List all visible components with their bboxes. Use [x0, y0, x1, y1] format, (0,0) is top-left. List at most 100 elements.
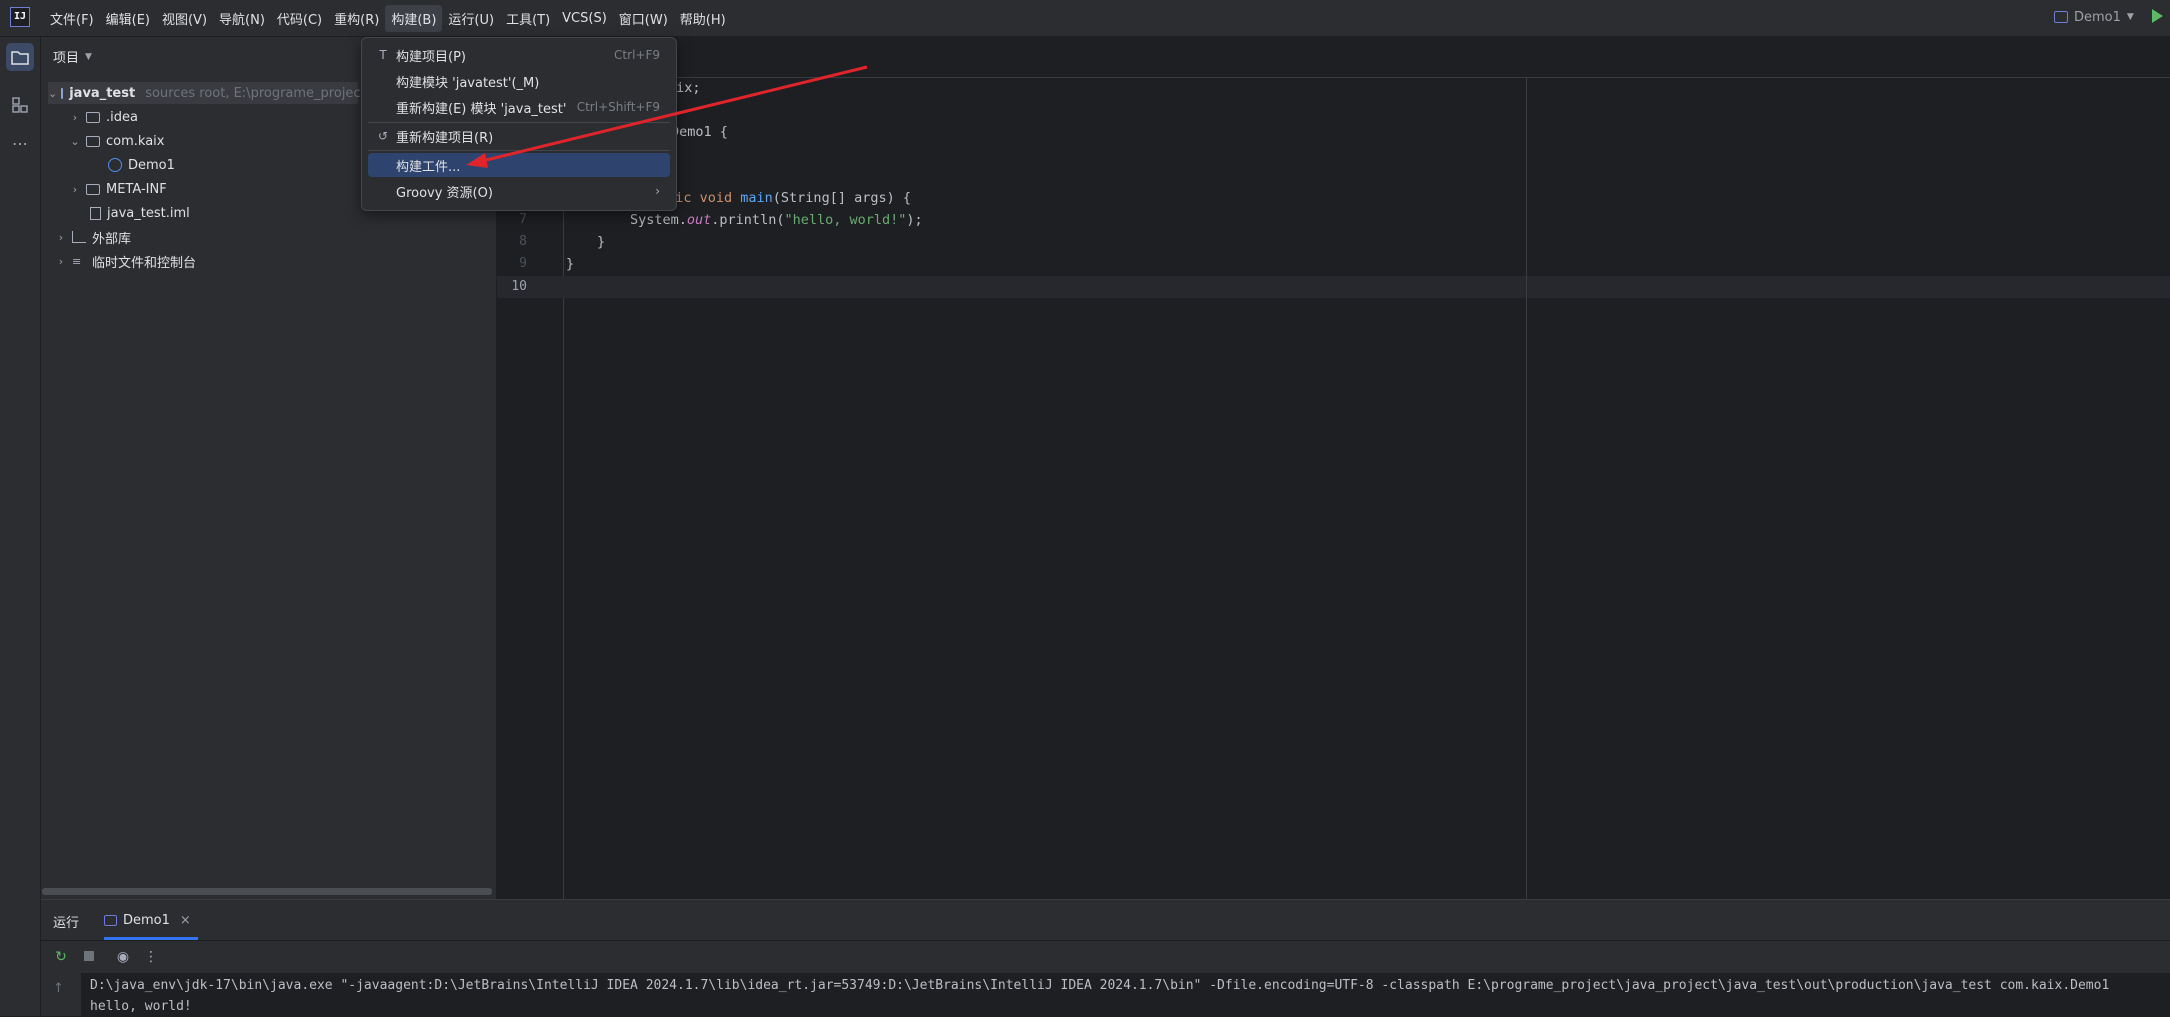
menu-run[interactable]: 运行(U) — [442, 5, 500, 32]
tree-item-label: java_test — [69, 85, 136, 101]
chevron-down-icon: ⌄ — [70, 134, 80, 148]
chevron-right-icon: › — [72, 182, 78, 196]
line-number: 9 — [519, 256, 527, 271]
folder-icon — [86, 183, 100, 195]
tree-item-label: com.kaix — [106, 133, 165, 149]
tree-item-label: 临时文件和控制台 — [92, 255, 197, 271]
menu-item-build-project[interactable]: T 构建项目(P) Ctrl+F9 — [368, 43, 670, 67]
structure-tool-button[interactable] — [6, 91, 34, 119]
rerun-icon[interactable]: ↻ — [53, 949, 69, 965]
run-config-selector[interactable]: Demo1 ▼ — [2054, 6, 2134, 28]
menu-tools[interactable]: 工具(T) — [500, 5, 556, 32]
console-line: hello, world! — [90, 999, 192, 1014]
run-toolbar: ↻ ◉ ⋮ — [41, 941, 2170, 973]
run-panel-title: 运行 — [53, 916, 80, 931]
tree-item-label: .idea — [106, 109, 138, 125]
console-gutter: ↑ — [41, 973, 81, 1016]
tree-item-java-test-iml[interactable]: java_test.iml — [90, 202, 190, 224]
menu-item-build-artifacts[interactable]: 构建工件... — [368, 153, 670, 177]
tree-item-scratches[interactable]: › ≡ 临时文件和控制台 — [54, 250, 196, 272]
tree-item-java-test[interactable]: ⌄ java_test sources root, E:\programe_pr… — [48, 82, 370, 104]
menu-file[interactable]: 文件(F) — [44, 5, 100, 32]
chevron-right-icon: › — [58, 254, 64, 268]
console-line: D:\java_env\jdk-17\bin\java.exe "-javaag… — [90, 978, 2110, 993]
menu-item-label: 构建项目(P) — [396, 49, 466, 65]
project-panel-title: 项目 — [53, 51, 80, 66]
tree-item-demo1[interactable]: Demo1 — [108, 154, 175, 176]
run-tab-label: Demo1 — [123, 912, 170, 928]
horizontal-scrollbar[interactable] — [42, 888, 492, 895]
menu-navigate[interactable]: 导航(N) — [213, 5, 271, 32]
menu-separator — [368, 122, 670, 123]
hammer-icon: T — [379, 48, 387, 62]
menu-item-build-module[interactable]: 构建模块 'javatest'(_M) — [368, 69, 670, 93]
editor-tab-bar — [497, 37, 2170, 78]
more-icon[interactable]: ⋮ — [143, 949, 159, 965]
tree-item-com-kaix[interactable]: ⌄ com.kaix — [68, 130, 164, 152]
main-menu: 文件(F) 编辑(E) 视图(V) 导航(N) 代码(C) 重构(R) 构建(B… — [44, 0, 732, 36]
run-play-icon[interactable] — [2152, 9, 2163, 23]
menu-separator — [368, 150, 670, 151]
menu-item-label: 重新构建项目(R) — [396, 130, 494, 146]
menu-window[interactable]: 窗口(W) — [613, 5, 674, 32]
menu-item-label: 构建模块 'javatest'(_M) — [396, 75, 540, 91]
code-line[interactable]: Demo1 { — [671, 124, 728, 140]
menu-item-rebuild-project[interactable]: ↺ 重新构建项目(R) — [368, 124, 670, 148]
menu-refactor[interactable]: 重构(R) — [328, 5, 385, 32]
menu-edit[interactable]: 编辑(E) — [100, 5, 156, 32]
close-icon[interactable]: × — [180, 913, 191, 928]
current-line-highlight — [563, 276, 2170, 298]
menu-item-shortcut: Ctrl+F9 — [614, 48, 660, 62]
chevron-down-icon: ⌄ — [48, 86, 58, 100]
menu-view[interactable]: 视图(V) — [156, 5, 213, 32]
menu-item-groovy-resources[interactable]: Groovy 资源(O) › — [368, 179, 670, 203]
menu-item-label: 重新构建(E) 模块 'java_test' — [396, 101, 567, 117]
rebuild-icon: ↺ — [377, 129, 389, 143]
tree-item-label: Demo1 — [128, 157, 175, 173]
line-number: 8 — [519, 234, 527, 249]
app-logo-icon[interactable]: IJ — [10, 7, 30, 27]
menu-item-rebuild-module[interactable]: 重新构建(E) 模块 'java_test' Ctrl+Shift+F9 — [368, 95, 670, 119]
menu-code[interactable]: 代码(C) — [271, 5, 328, 32]
camera-icon[interactable]: ◉ — [115, 949, 131, 965]
menu-vcs[interactable]: VCS(S) — [556, 7, 613, 30]
project-panel-header[interactable]: 项目 ▼ — [53, 47, 92, 66]
active-tab-indicator — [104, 937, 198, 940]
more-icon: ⋯ — [12, 133, 28, 153]
chevron-right-icon: › — [72, 110, 78, 124]
chevron-right-icon: › — [58, 230, 64, 244]
build-menu-dropdown: T 构建项目(P) Ctrl+F9 构建模块 'javatest'(_M) 重新… — [361, 37, 677, 211]
run-config-label: Demo1 — [2074, 9, 2121, 25]
right-margin-guide — [1526, 77, 1527, 899]
tree-item-idea[interactable]: › .idea — [68, 106, 138, 128]
project-tool-button[interactable] — [6, 43, 34, 71]
folder-icon — [86, 111, 100, 123]
line-number: 10 — [511, 279, 527, 294]
module-folder-icon — [61, 87, 64, 99]
stop-icon[interactable] — [81, 949, 97, 965]
chevron-down-icon: ▼ — [2126, 12, 2134, 22]
code-line[interactable]: } — [566, 256, 574, 272]
code-line[interactable]: System.out.println("hello, world!"); — [630, 212, 923, 228]
scroll-up-icon[interactable]: ↑ — [53, 981, 64, 996]
iml-file-icon — [90, 206, 101, 220]
menu-item-label: Groovy 资源(O) — [396, 185, 493, 201]
tree-item-label: 外部库 — [92, 231, 132, 247]
scratches-icon: ≡ — [72, 254, 82, 268]
structure-icon — [12, 97, 28, 113]
chevron-right-icon: › — [655, 184, 660, 198]
run-config-icon — [2054, 11, 2068, 23]
menu-item-label: 构建工件... — [396, 159, 461, 175]
tool-window-strip: ⋯ — [0, 37, 41, 1016]
code-line[interactable]: atic void main(String[] args) { — [659, 190, 911, 206]
code-line[interactable]: } — [597, 234, 605, 250]
menu-build[interactable]: 构建(B) — [385, 4, 443, 32]
more-tools-button[interactable]: ⋯ — [6, 129, 34, 157]
run-tab-demo1[interactable]: Demo1 × — [104, 900, 191, 940]
menu-help[interactable]: 帮助(H) — [674, 5, 732, 32]
tree-item-meta-inf[interactable]: › META-INF — [68, 178, 167, 200]
tree-item-external-libraries[interactable]: › 外部库 — [54, 226, 131, 248]
editor-area — [497, 37, 2170, 899]
run-panel-header — [41, 900, 2170, 940]
java-class-icon — [108, 158, 122, 172]
